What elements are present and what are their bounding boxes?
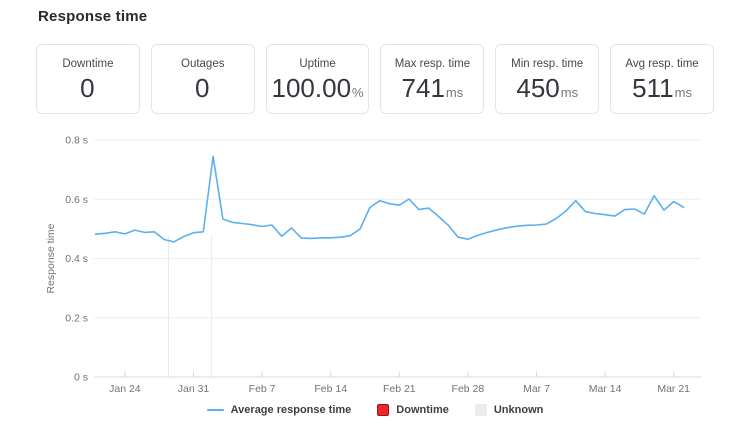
svg-text:Feb 28: Feb 28: [452, 383, 485, 395]
svg-text:0.2 s: 0.2 s: [65, 312, 88, 324]
svg-text:Feb 14: Feb 14: [314, 383, 347, 395]
legend-label: Unknown: [494, 404, 544, 416]
chart-legend: Average response time Downtime Unknown: [0, 404, 750, 416]
svg-text:0.8 s: 0.8 s: [65, 135, 88, 147]
svg-text:0 s: 0 s: [74, 372, 88, 384]
legend-item-average-response-time[interactable]: Average response time: [207, 404, 352, 416]
legend-item-downtime[interactable]: Downtime: [377, 404, 449, 416]
svg-text:Mar 14: Mar 14: [589, 383, 622, 395]
downtime-swatch-icon: [377, 404, 389, 416]
svg-text:0.4 s: 0.4 s: [65, 253, 88, 265]
legend-label: Downtime: [396, 404, 449, 416]
unknown-swatch-icon: [475, 404, 487, 416]
legend-item-unknown[interactable]: Unknown: [475, 404, 544, 416]
svg-text:Jan 31: Jan 31: [178, 383, 210, 395]
svg-text:Mar 7: Mar 7: [523, 383, 550, 395]
svg-text:Feb 7: Feb 7: [249, 383, 276, 395]
svg-text:Feb 21: Feb 21: [383, 383, 416, 395]
svg-text:0.6 s: 0.6 s: [65, 194, 88, 206]
legend-label: Average response time: [231, 404, 352, 416]
svg-text:Jan 24: Jan 24: [109, 383, 141, 395]
svg-text:Mar 21: Mar 21: [657, 383, 690, 395]
svg-text:Response time: Response time: [45, 223, 57, 293]
line-swatch-icon: [207, 409, 224, 411]
response-time-chart: 0 s 0.2 s 0.4 s 0.6 s 0.8 s Jan 24 Jan 31 Feb 7…: [0, 0, 750, 432]
